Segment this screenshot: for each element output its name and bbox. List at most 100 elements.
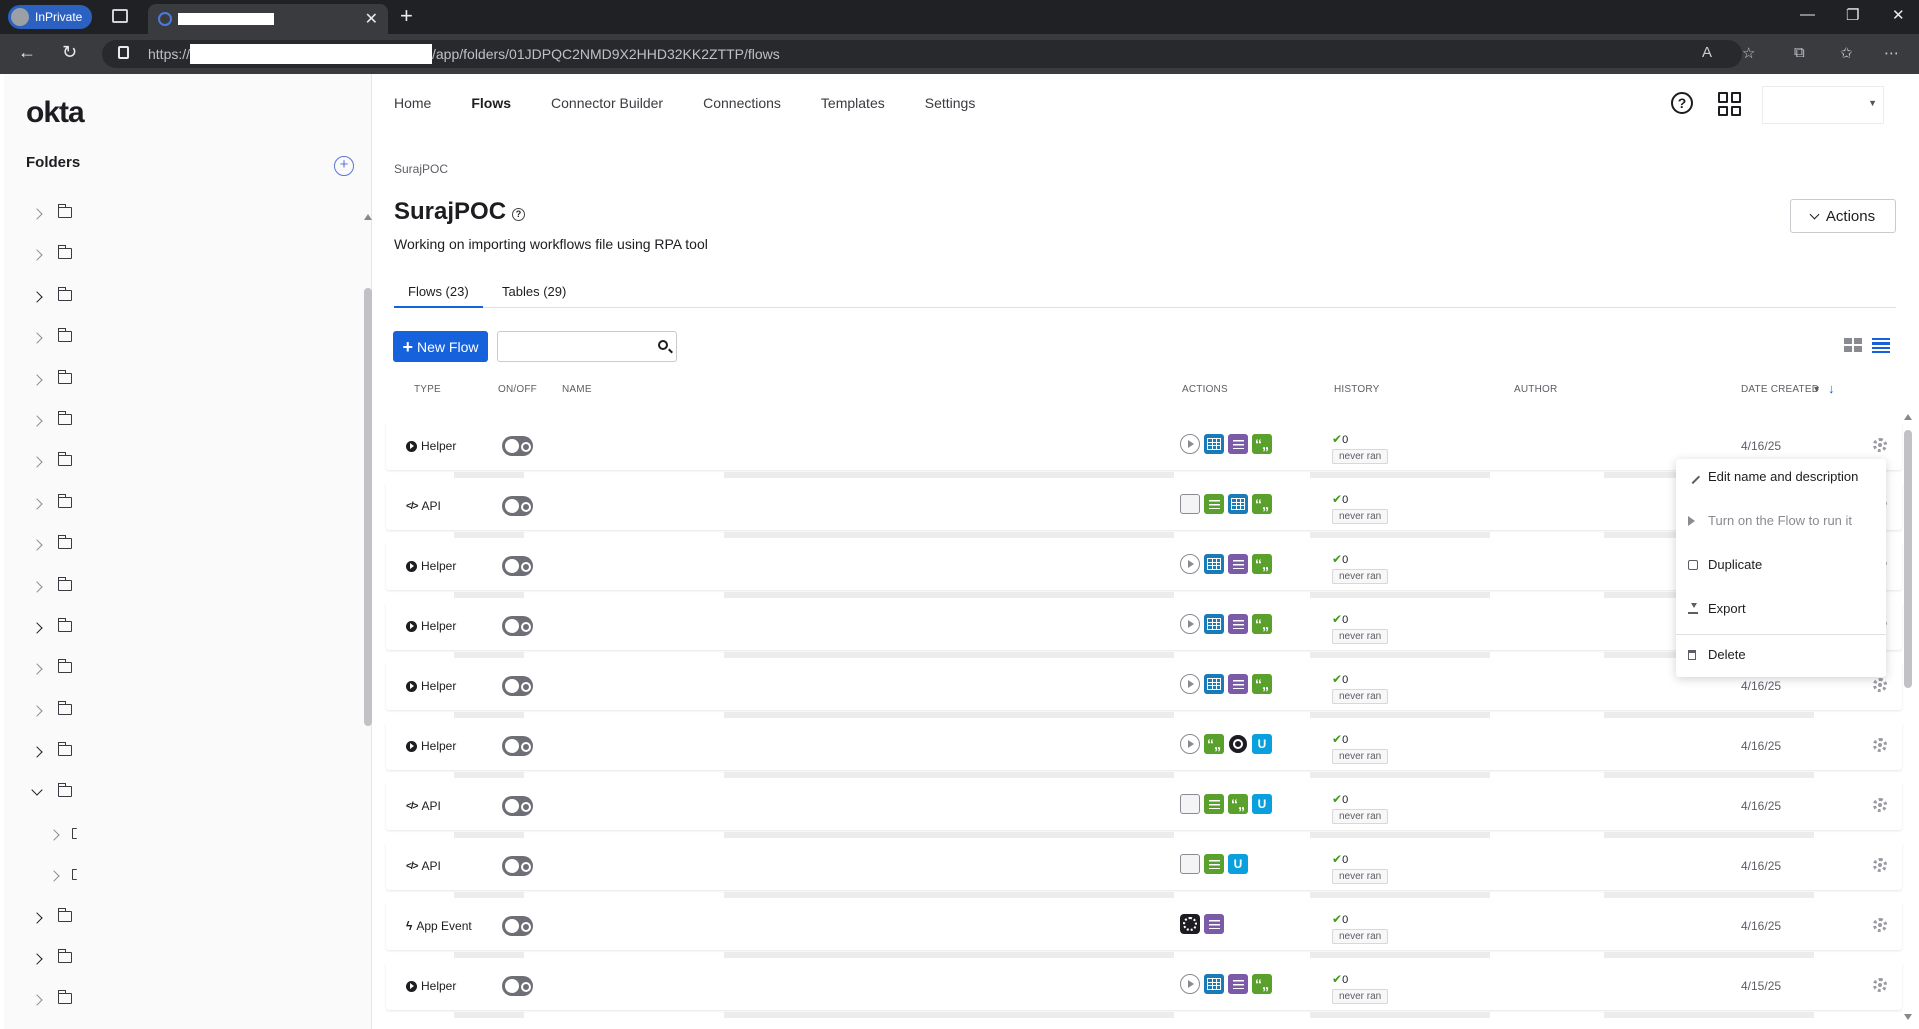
col-date-created[interactable]: DATE CREATED xyxy=(1741,384,1819,395)
folder-item[interactable] xyxy=(4,239,354,280)
table-row[interactable]: Helper “„ U ✔0 never ran 4/16/25 xyxy=(386,722,1902,782)
nav-flows[interactable]: Flows xyxy=(471,95,511,111)
row-card[interactable] xyxy=(386,902,1902,950)
flow-onoff-toggle[interactable] xyxy=(502,496,533,516)
row-card[interactable] xyxy=(386,482,1902,530)
scroll-down-icon[interactable] xyxy=(1904,1014,1912,1020)
search-icon[interactable] xyxy=(658,340,668,350)
table-row[interactable]: Helper “„ ✔0 never ran xyxy=(386,602,1902,662)
folder-item[interactable] xyxy=(4,695,354,736)
folder-item[interactable] xyxy=(4,571,354,612)
folder-item[interactable] xyxy=(4,529,354,570)
folder-item[interactable] xyxy=(4,405,354,446)
row-card[interactable] xyxy=(386,662,1902,710)
flow-onoff-toggle[interactable] xyxy=(502,616,533,636)
row-card[interactable] xyxy=(386,542,1902,590)
row-card[interactable] xyxy=(386,602,1902,650)
flow-onoff-toggle[interactable] xyxy=(502,676,533,696)
back-icon[interactable]: ← xyxy=(18,42,36,63)
breadcrumb[interactable]: SurajPOC xyxy=(394,162,448,176)
row-card[interactable] xyxy=(386,722,1902,770)
tab-tables[interactable]: Tables (29) xyxy=(498,284,570,308)
new-tab-icon[interactable]: + xyxy=(400,3,413,29)
flow-onoff-toggle[interactable] xyxy=(502,436,533,456)
folder-item[interactable] xyxy=(4,198,354,239)
gear-icon[interactable] xyxy=(1873,798,1887,812)
main-scrollbar[interactable] xyxy=(1904,414,1912,1020)
flow-onoff-toggle[interactable] xyxy=(502,736,533,756)
nav-connector-builder[interactable]: Connector Builder xyxy=(551,95,663,111)
folder-item[interactable] xyxy=(4,819,354,860)
folder-item[interactable] xyxy=(4,777,354,818)
browser-tab-active[interactable]: ✕ xyxy=(148,4,388,34)
chevron-right-icon[interactable] xyxy=(31,994,43,1007)
col-history[interactable]: HISTORY xyxy=(1334,384,1380,395)
more-icon[interactable]: ⋯ xyxy=(1884,44,1899,62)
chevron-right-icon[interactable] xyxy=(31,291,43,303)
chevron-right-icon[interactable] xyxy=(31,373,43,386)
col-author[interactable]: AUTHOR xyxy=(1514,384,1557,395)
gear-icon[interactable] xyxy=(1873,918,1887,932)
col-onoff[interactable]: ON/OFF xyxy=(498,384,537,395)
chevron-right-icon[interactable] xyxy=(31,539,43,551)
refresh-icon[interactable]: ↻ xyxy=(62,42,77,63)
chevron-right-icon[interactable] xyxy=(31,456,43,469)
list-view-icon[interactable] xyxy=(1872,338,1890,353)
row-card[interactable] xyxy=(386,422,1902,470)
sort-caret-icon[interactable]: ▾ xyxy=(1814,384,1819,395)
tab-close-icon[interactable]: ✕ xyxy=(365,9,378,29)
chevron-right-icon[interactable] xyxy=(31,663,43,675)
okta-logo[interactable]: okta xyxy=(26,96,85,130)
sort-direction-icon[interactable]: ↓ xyxy=(1828,381,1835,396)
folder-item[interactable] xyxy=(4,322,354,363)
chevron-right-icon[interactable] xyxy=(31,705,43,717)
row-card[interactable] xyxy=(386,842,1902,890)
col-name[interactable]: NAME xyxy=(562,384,592,395)
restore-icon[interactable]: ❐ xyxy=(1846,6,1859,24)
folder-item[interactable] xyxy=(4,488,354,529)
chevron-right-icon[interactable] xyxy=(31,332,43,344)
close-window-icon[interactable]: ✕ xyxy=(1892,6,1905,24)
col-actions[interactable]: ACTIONS xyxy=(1182,384,1228,395)
folder-item[interactable] xyxy=(4,943,354,984)
sidebar-scrollbar[interactable] xyxy=(364,214,372,1014)
menu-item-edit[interactable]: Edit name and description xyxy=(1676,459,1886,495)
table-row[interactable]: Helper “„ ✔0 never ran 4/16/25 xyxy=(386,662,1902,722)
scroll-thumb[interactable] xyxy=(1904,430,1912,688)
scroll-up-icon[interactable] xyxy=(1904,414,1912,420)
folder-item[interactable] xyxy=(4,364,354,405)
gear-icon[interactable] xyxy=(1873,678,1887,692)
flow-onoff-toggle[interactable] xyxy=(502,856,533,876)
folder-help-icon[interactable]: ? xyxy=(512,208,525,221)
url-field[interactable]: https:// /app/folders/01JDPQC2NMD9X2HHD3… xyxy=(102,40,1742,68)
gear-icon[interactable] xyxy=(1873,438,1887,452)
folder-item[interactable] xyxy=(4,860,354,901)
folder-item[interactable] xyxy=(4,612,354,653)
folder-item[interactable] xyxy=(4,736,354,777)
gear-icon[interactable] xyxy=(1873,738,1887,752)
chevron-right-icon[interactable] xyxy=(31,746,43,758)
add-folder-button[interactable]: + xyxy=(334,156,354,176)
chevron-right-icon[interactable] xyxy=(31,953,43,965)
favorites-icon[interactable]: ✩ xyxy=(1840,44,1853,62)
chevron-right-icon[interactable] xyxy=(31,498,43,510)
chevron-right-icon[interactable] xyxy=(31,580,43,593)
flow-onoff-toggle[interactable] xyxy=(502,976,533,996)
scroll-up-icon[interactable] xyxy=(364,214,372,220)
gear-icon[interactable] xyxy=(1873,858,1887,872)
flow-onoff-toggle[interactable] xyxy=(502,796,533,816)
menu-item-export[interactable]: Export xyxy=(1676,591,1886,627)
inprivate-badge[interactable]: InPrivate xyxy=(8,5,92,29)
col-type[interactable]: TYPE xyxy=(414,384,441,395)
new-flow-button[interactable]: + New Flow xyxy=(393,331,488,362)
minimize-icon[interactable]: — xyxy=(1800,6,1815,23)
user-menu[interactable]: ▼ xyxy=(1762,86,1884,124)
menu-item-duplicate[interactable]: Duplicate xyxy=(1676,547,1886,583)
nav-connections[interactable]: Connections xyxy=(703,95,781,111)
folder-item[interactable] xyxy=(4,984,354,1025)
menu-item-delete[interactable]: Delete xyxy=(1676,637,1886,673)
folder-item[interactable] xyxy=(4,653,354,694)
tab-actions-icon[interactable] xyxy=(112,9,128,23)
app-switcher-icon[interactable] xyxy=(1718,92,1742,116)
table-row[interactable]: </> API “„ U ✔0 never ran 4/16/25 xyxy=(386,782,1902,842)
